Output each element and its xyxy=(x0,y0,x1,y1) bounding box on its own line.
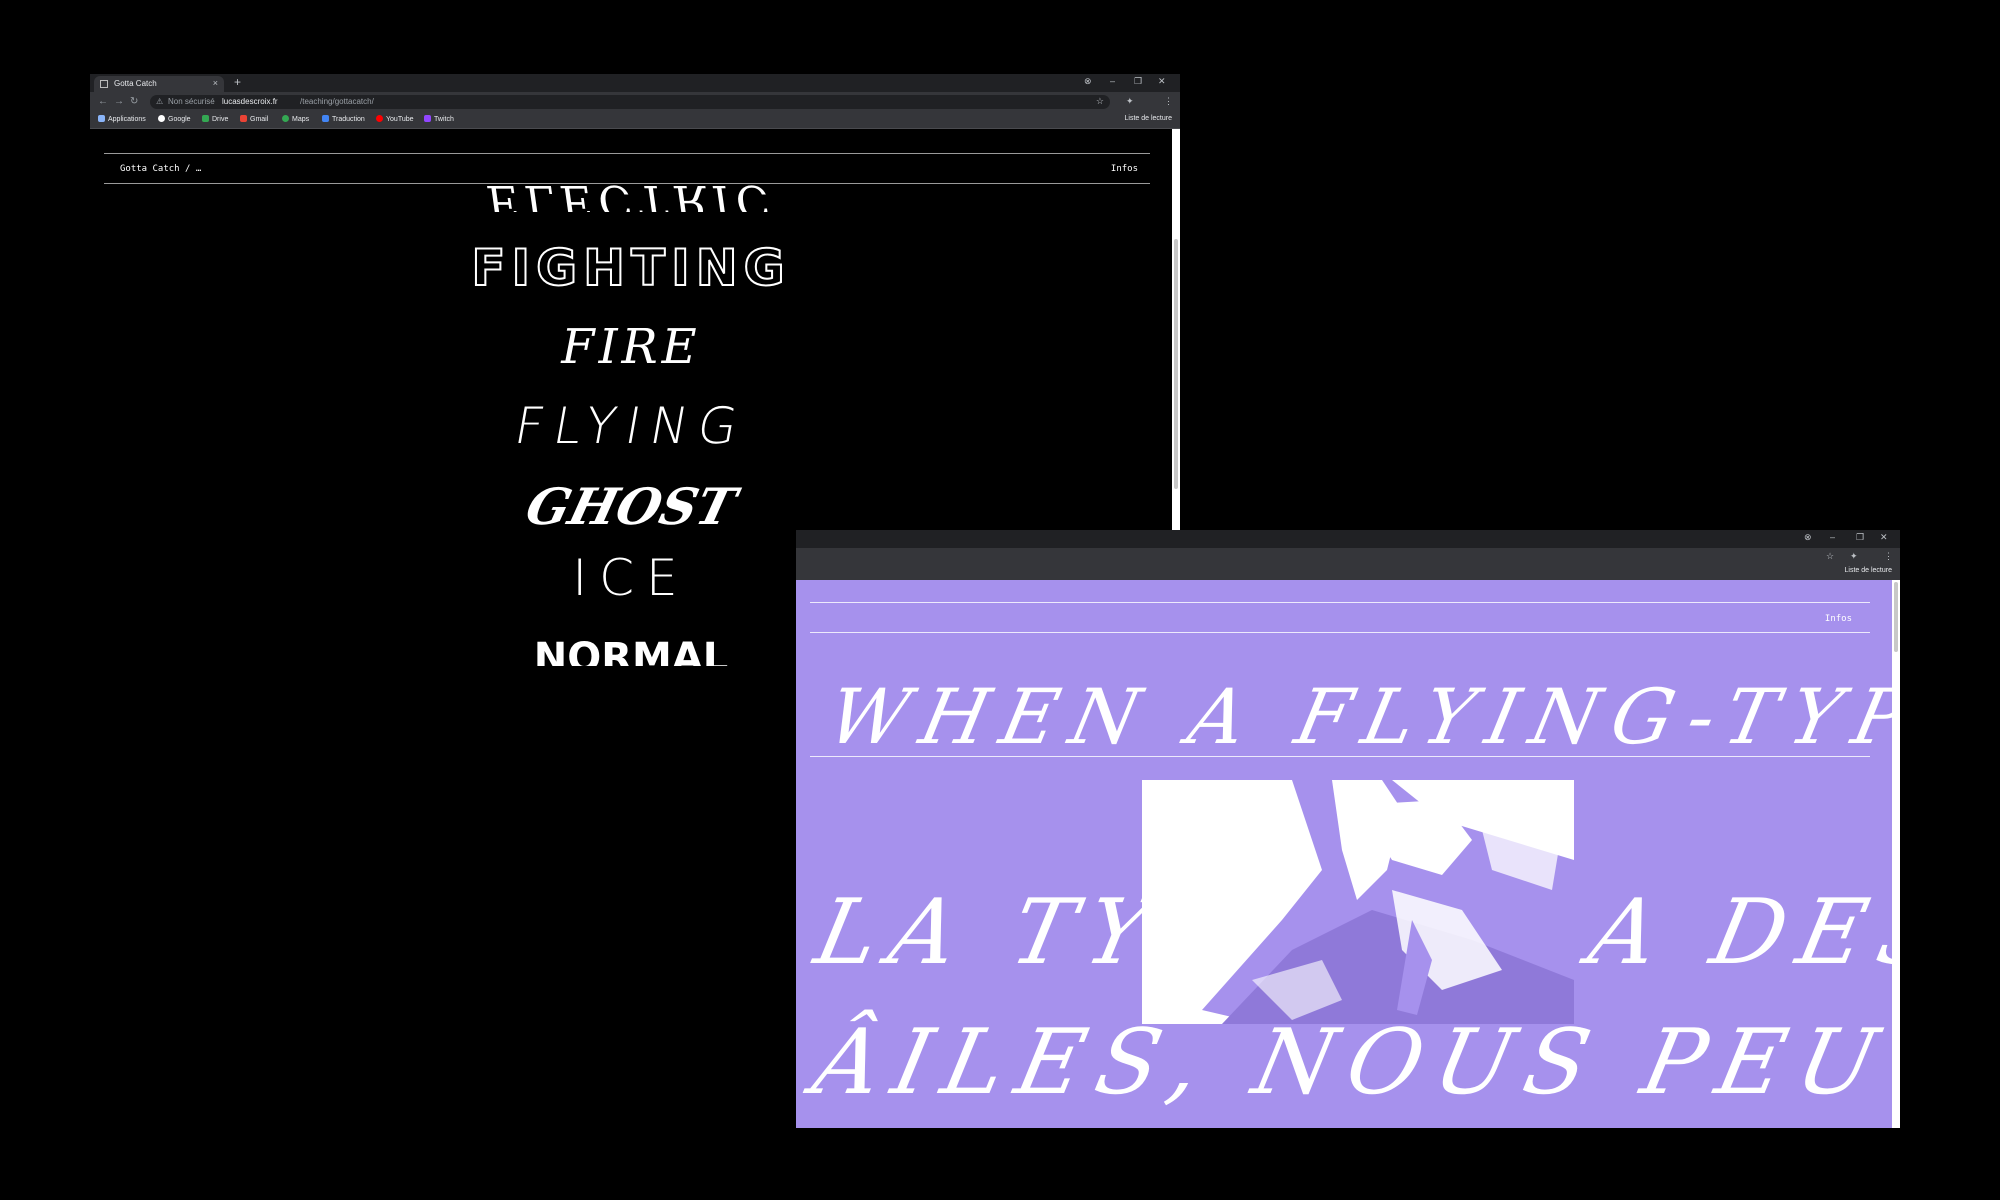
url-path: /teaching/gottacatch/ xyxy=(300,97,374,106)
page-scrollbar-2[interactable] xyxy=(1892,580,1900,1128)
back-arrow-icon[interactable]: ← xyxy=(98,96,108,107)
address-bar[interactable]: ⚠ Non sécurisé lucasdescroix.fr /teachin… xyxy=(150,95,1110,109)
extensions-icon-2[interactable]: ✦ xyxy=(1850,551,1858,562)
browser-toolbar-2: ☆ ✦ ⋮ xyxy=(796,548,1900,564)
infos-link-2[interactable]: Infos xyxy=(1825,614,1852,624)
twitch-icon xyxy=(424,115,431,122)
close-window-button[interactable]: ✕ xyxy=(1158,76,1166,87)
tab-close-icon[interactable]: × xyxy=(213,78,218,88)
headline-text: WHEN A FLYING-TYPE L xyxy=(820,672,1892,761)
bookmark-gmail[interactable]: Gmail xyxy=(240,115,268,123)
minimize-button-2[interactable]: – xyxy=(1830,532,1835,542)
apps-grid-icon xyxy=(98,115,105,122)
restore-button-2[interactable]: ❐ xyxy=(1856,532,1864,543)
reload-icon[interactable]: ↻ xyxy=(130,96,138,107)
bookmark-traduction[interactable]: Traduction xyxy=(322,115,365,123)
page-content-2: Infos WHEN A FLYING-TYPE L LA TYPE A DES… xyxy=(796,580,1892,1128)
warning-icon: ⚠ xyxy=(156,97,164,106)
bookmark-youtube[interactable]: YouTube xyxy=(376,115,414,123)
nav-divider-bottom-2 xyxy=(810,632,1870,633)
site-title-link[interactable]: Gotta Catch / … xyxy=(120,164,201,174)
url-host: lucasdescroix.fr xyxy=(222,97,278,106)
browser-profile-icon-2[interactable]: ⊗ xyxy=(1804,532,1812,543)
type-flying[interactable]: FLYING xyxy=(90,397,1172,455)
restore-button[interactable]: ❐ xyxy=(1134,76,1142,87)
browser-toolbar: ← → ↻ ⚠ Non sécurisé lucasdescroix.fr /t… xyxy=(90,92,1180,112)
extensions-icon[interactable]: ✦ xyxy=(1126,96,1134,107)
forward-arrow-icon[interactable]: → xyxy=(114,96,124,107)
drive-icon xyxy=(202,115,209,122)
type-ghost[interactable]: GHOST xyxy=(90,477,1172,536)
halftone-photo xyxy=(1142,780,1574,1024)
nav-divider-top xyxy=(104,153,1150,154)
flying-photo-image xyxy=(1142,780,1574,1024)
minimize-button[interactable]: – xyxy=(1110,76,1115,86)
tab-title: Gotta Catch xyxy=(114,79,157,88)
type-fighting[interactable]: FIGHTING xyxy=(90,238,1172,298)
bookmark-star-icon[interactable]: ☆ xyxy=(1096,96,1104,107)
new-tab-button[interactable]: + xyxy=(234,75,241,89)
section-divider xyxy=(810,756,1870,757)
menu-icon-2[interactable]: ⋮ xyxy=(1884,551,1893,562)
body-text-line-2b: A DES xyxy=(1580,880,1892,985)
tab-strip-2: ⊗ – ❐ ✕ xyxy=(796,530,1900,548)
body-text-line-3: ÂILES, NOUS PEUT xyxy=(804,1010,1892,1115)
nav-divider-top-2 xyxy=(810,602,1870,603)
browser-window-flying-type: ⊗ – ❐ ✕ ☆ ✦ ⋮ Liste de lecture Infos WHE… xyxy=(796,530,1900,1128)
bookmark-drive[interactable]: Drive xyxy=(202,115,228,123)
type-electric[interactable]: ELECTRIC xyxy=(90,175,1172,226)
bookmark-maps[interactable]: Maps xyxy=(282,115,309,123)
security-label: Non sécurisé xyxy=(168,97,215,106)
bookmarks-bar-2: Liste de lecture xyxy=(796,564,1900,580)
menu-icon[interactable]: ⋮ xyxy=(1164,96,1173,107)
tab-gotta-catch[interactable]: Gotta Catch × xyxy=(94,76,224,92)
close-window-button-2[interactable]: ✕ xyxy=(1880,532,1888,543)
translate-icon xyxy=(322,115,329,122)
bookmark-google[interactable]: Google xyxy=(158,115,191,123)
reading-list-button[interactable]: Liste de lecture xyxy=(1125,115,1172,122)
scrollbar-thumb-2[interactable] xyxy=(1894,582,1898,652)
infos-link[interactable]: Infos xyxy=(1111,164,1138,174)
bookmarks-bar: Applications Google Drive Gmail Maps Tra… xyxy=(90,112,1180,129)
tab-strip: Gotta Catch × + ⊗ – ❐ ✕ xyxy=(90,74,1180,92)
scrollbar-thumb[interactable] xyxy=(1174,239,1178,489)
maps-icon xyxy=(282,115,289,122)
youtube-icon xyxy=(376,115,383,122)
browser-profile-icon[interactable]: ⊗ xyxy=(1084,76,1092,87)
type-fire[interactable]: FIRE xyxy=(90,319,1172,375)
favicon-icon xyxy=(100,80,108,88)
bookmark-twitch[interactable]: Twitch xyxy=(424,115,454,123)
bookmark-star-icon-2[interactable]: ☆ xyxy=(1826,551,1834,562)
reading-list-button-2[interactable]: Liste de lecture xyxy=(1845,567,1892,574)
bookmark-applications[interactable]: Applications xyxy=(98,115,146,123)
gmail-icon xyxy=(240,115,247,122)
google-icon xyxy=(158,115,165,122)
